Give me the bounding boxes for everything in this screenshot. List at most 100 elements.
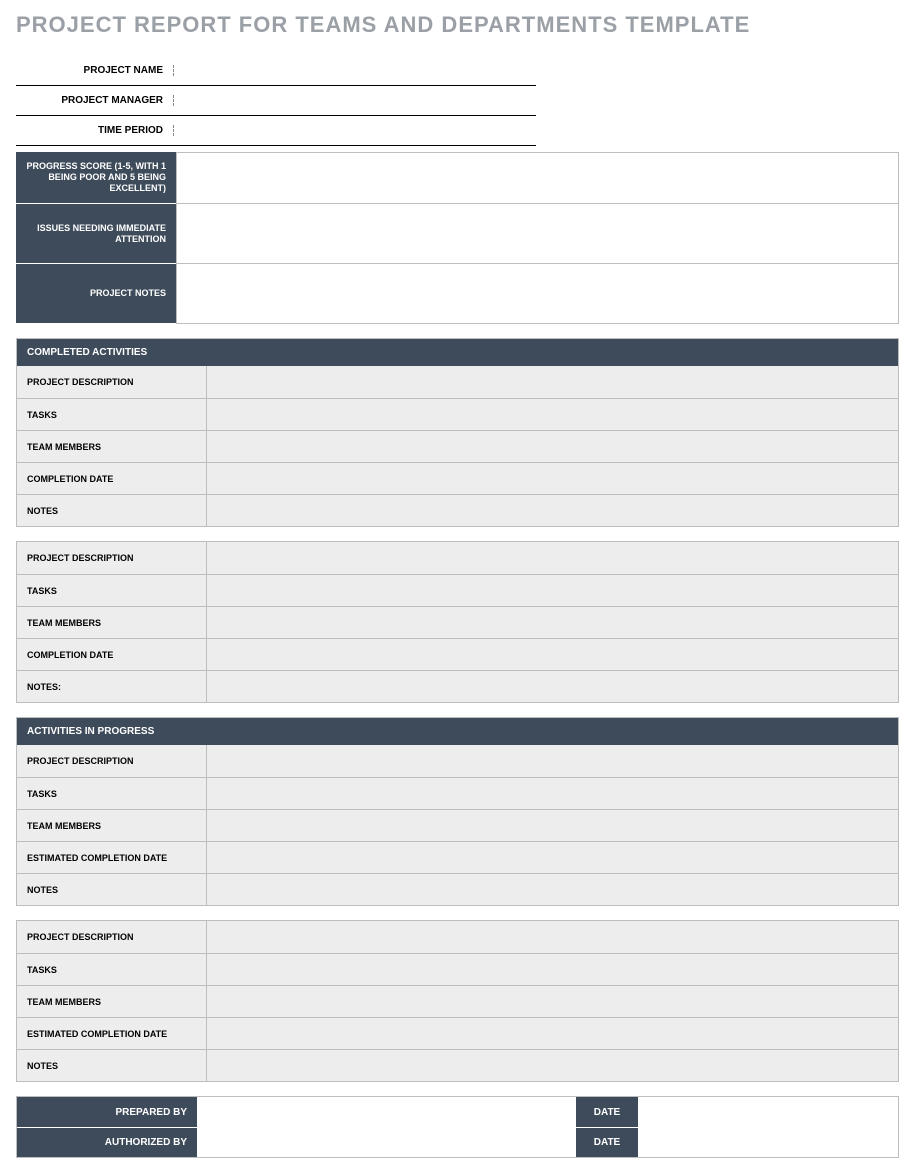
- value-project-manager[interactable]: [174, 86, 536, 115]
- detail-row: PROJECT DESCRIPTION: [17, 921, 898, 953]
- detail-label: NOTES:: [17, 671, 207, 702]
- detail-value[interactable]: [207, 575, 898, 606]
- row-prepared-by: PREPARED BY DATE: [17, 1097, 898, 1127]
- detail-table: PROJECT DESCRIPTIONTASKSTEAM MEMBERSESTI…: [16, 745, 899, 906]
- detail-value[interactable]: [207, 745, 898, 777]
- detail-row: TASKS: [17, 398, 898, 430]
- detail-label: TASKS: [17, 399, 207, 430]
- detail-value[interactable]: [207, 495, 898, 526]
- detail-row: ESTIMATED COMPLETION DATE: [17, 1017, 898, 1049]
- detail-value[interactable]: [207, 954, 898, 985]
- detail-label: PROJECT DESCRIPTION: [17, 366, 207, 398]
- label-progress-score: PROGRESS SCORE (1-5, WITH 1 BEING POOR A…: [16, 152, 176, 204]
- detail-label: TASKS: [17, 778, 207, 809]
- detail-row: NOTES: [17, 494, 898, 526]
- detail-row: PROJECT DESCRIPTION: [17, 542, 898, 574]
- detail-value[interactable]: [207, 671, 898, 702]
- label-project-manager: PROJECT MANAGER: [16, 95, 174, 106]
- section-header-in-progress: ACTIVITIES IN PROGRESS: [16, 717, 899, 745]
- label-authorized-by: AUTHORIZED BY: [17, 1128, 197, 1157]
- detail-label: TEAM MEMBERS: [17, 810, 207, 841]
- detail-label: TEAM MEMBERS: [17, 607, 207, 638]
- detail-label: COMPLETION DATE: [17, 639, 207, 670]
- detail-row: NOTES: [17, 1049, 898, 1081]
- detail-row: TEAM MEMBERS: [17, 430, 898, 462]
- value-project-name[interactable]: [174, 56, 536, 85]
- label-project-notes: PROJECT NOTES: [16, 264, 176, 324]
- label-project-name: PROJECT NAME: [16, 65, 174, 76]
- detail-label: ESTIMATED COMPLETION DATE: [17, 1018, 207, 1049]
- value-time-period[interactable]: [174, 116, 536, 145]
- row-time-period: TIME PERIOD: [16, 116, 536, 146]
- row-project-notes: PROJECT NOTES: [16, 264, 899, 324]
- detail-row: PROJECT DESCRIPTION: [17, 366, 898, 398]
- detail-row: COMPLETION DATE: [17, 638, 898, 670]
- detail-row: NOTES:: [17, 670, 898, 702]
- detail-value[interactable]: [207, 1018, 898, 1049]
- detail-label: TEAM MEMBERS: [17, 431, 207, 462]
- label-time-period: TIME PERIOD: [16, 125, 174, 136]
- page-title: PROJECT REPORT FOR TEAMS AND DEPARTMENTS…: [16, 12, 899, 38]
- detail-label: PROJECT DESCRIPTION: [17, 542, 207, 574]
- detail-row: PROJECT DESCRIPTION: [17, 745, 898, 777]
- detail-value[interactable]: [207, 399, 898, 430]
- detail-value[interactable]: [207, 463, 898, 494]
- detail-label: ESTIMATED COMPLETION DATE: [17, 842, 207, 873]
- row-issues: ISSUES NEEDING IMMEDIATE ATTENTION: [16, 204, 899, 264]
- detail-table: PROJECT DESCRIPTIONTASKSTEAM MEMBERSESTI…: [16, 920, 899, 1082]
- header-rows: PROGRESS SCORE (1-5, WITH 1 BEING POOR A…: [16, 152, 899, 324]
- row-authorized-by: AUTHORIZED BY DATE: [17, 1127, 898, 1157]
- detail-value[interactable]: [207, 986, 898, 1017]
- section-header-completed: COMPLETED ACTIVITIES: [16, 338, 899, 366]
- detail-label: PROJECT DESCRIPTION: [17, 921, 207, 953]
- detail-row: TASKS: [17, 953, 898, 985]
- label-prepared-by: PREPARED BY: [17, 1097, 197, 1127]
- detail-row: TASKS: [17, 574, 898, 606]
- detail-value[interactable]: [207, 1050, 898, 1081]
- detail-label: PROJECT DESCRIPTION: [17, 745, 207, 777]
- label-issues: ISSUES NEEDING IMMEDIATE ATTENTION: [16, 204, 176, 264]
- value-progress-score[interactable]: [176, 152, 899, 204]
- detail-value[interactable]: [207, 639, 898, 670]
- detail-label: TASKS: [17, 575, 207, 606]
- detail-row: TEAM MEMBERS: [17, 985, 898, 1017]
- value-authorized-date[interactable]: [638, 1128, 898, 1157]
- completed-groups: PROJECT DESCRIPTIONTASKSTEAM MEMBERSCOMP…: [16, 366, 899, 703]
- detail-table: PROJECT DESCRIPTIONTASKSTEAM MEMBERSCOMP…: [16, 541, 899, 703]
- value-authorized-by[interactable]: [197, 1128, 576, 1157]
- detail-value[interactable]: [207, 810, 898, 841]
- row-project-name: PROJECT NAME: [16, 56, 536, 86]
- value-project-notes[interactable]: [176, 264, 899, 324]
- detail-table: PROJECT DESCRIPTIONTASKSTEAM MEMBERSCOMP…: [16, 366, 899, 527]
- value-prepared-by[interactable]: [197, 1097, 576, 1127]
- label-prepared-date: DATE: [576, 1097, 638, 1127]
- detail-label: TEAM MEMBERS: [17, 986, 207, 1017]
- detail-label: COMPLETION DATE: [17, 463, 207, 494]
- detail-label: NOTES: [17, 1050, 207, 1081]
- detail-value[interactable]: [207, 842, 898, 873]
- detail-label: NOTES: [17, 874, 207, 905]
- detail-row: TASKS: [17, 777, 898, 809]
- detail-row: TEAM MEMBERS: [17, 606, 898, 638]
- detail-value[interactable]: [207, 607, 898, 638]
- detail-value[interactable]: [207, 431, 898, 462]
- detail-row: COMPLETION DATE: [17, 462, 898, 494]
- value-issues[interactable]: [176, 204, 899, 264]
- detail-value[interactable]: [207, 366, 898, 398]
- detail-row: NOTES: [17, 873, 898, 905]
- label-authorized-date: DATE: [576, 1128, 638, 1157]
- in-progress-groups: PROJECT DESCRIPTIONTASKSTEAM MEMBERSESTI…: [16, 745, 899, 1082]
- detail-value[interactable]: [207, 874, 898, 905]
- row-project-manager: PROJECT MANAGER: [16, 86, 536, 116]
- detail-value[interactable]: [207, 778, 898, 809]
- value-prepared-date[interactable]: [638, 1097, 898, 1127]
- detail-value[interactable]: [207, 921, 898, 953]
- detail-row: TEAM MEMBERS: [17, 809, 898, 841]
- info-block: PROJECT NAME PROJECT MANAGER TIME PERIOD: [16, 56, 536, 146]
- detail-label: NOTES: [17, 495, 207, 526]
- sign-block: PREPARED BY DATE AUTHORIZED BY DATE: [16, 1096, 899, 1158]
- detail-value[interactable]: [207, 542, 898, 574]
- detail-row: ESTIMATED COMPLETION DATE: [17, 841, 898, 873]
- detail-label: TASKS: [17, 954, 207, 985]
- row-progress-score: PROGRESS SCORE (1-5, WITH 1 BEING POOR A…: [16, 152, 899, 204]
